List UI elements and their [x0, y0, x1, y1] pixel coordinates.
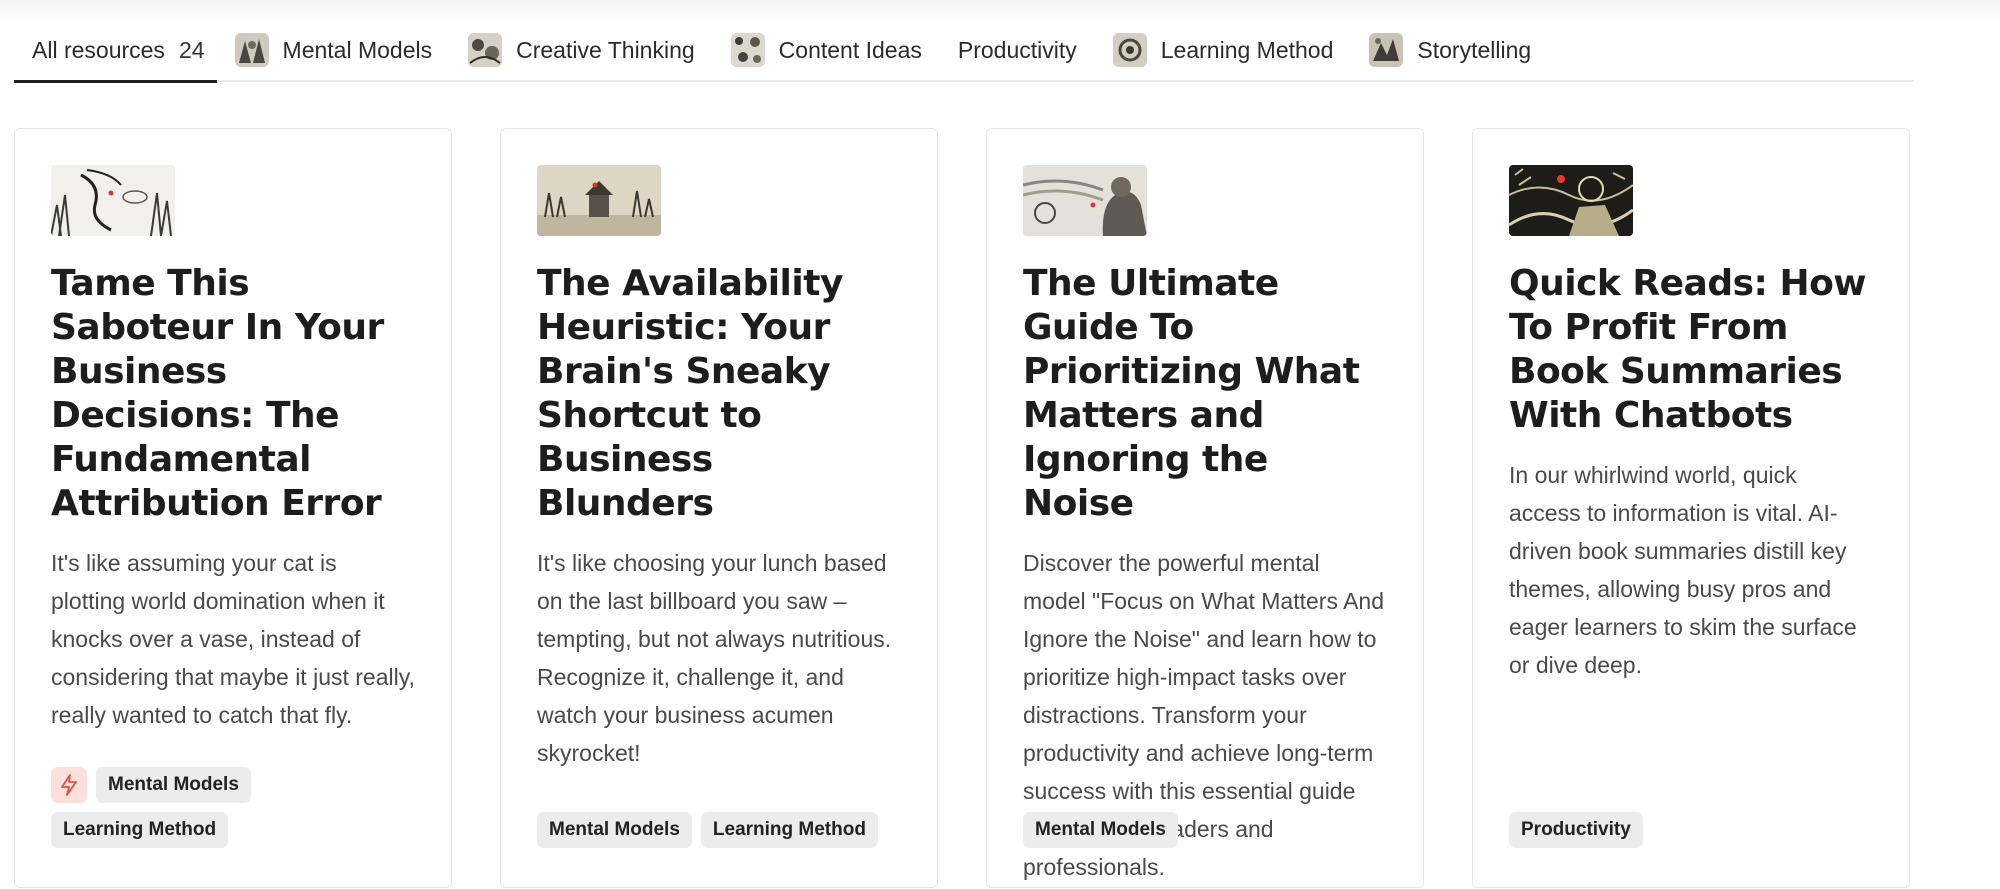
card-tags: Mental Models Learning Method — [51, 767, 415, 848]
resource-count: 24 — [178, 36, 205, 63]
tag-mental-models[interactable]: Mental Models — [96, 767, 251, 803]
creative-thinking-thumb-icon — [468, 33, 503, 67]
tab-label: All resources — [32, 36, 165, 63]
tag-mental-models[interactable]: Mental Models — [1023, 812, 1178, 848]
tab-learning-method[interactable]: Learning Method — [1095, 20, 1352, 80]
resource-card[interactable]: Quick Reads: How To Profit From Book Sum… — [1472, 128, 1910, 888]
card-thumbnail — [51, 165, 175, 236]
tab-storytelling[interactable]: Storytelling — [1351, 20, 1549, 80]
tab-all-resources[interactable]: All resources 24 — [14, 21, 217, 83]
tab-label: Creative Thinking — [516, 36, 695, 63]
resource-cards: Tame This Saboteur In Your Business Deci… — [14, 128, 1914, 888]
tab-productivity[interactable]: Productivity — [940, 20, 1095, 80]
card-title: The Ultimate Guide To Prioritizing What … — [1023, 263, 1360, 524]
tab-label: Learning Method — [1160, 36, 1334, 63]
learning-method-thumb-icon — [1112, 33, 1147, 67]
card-description: In our whirlwind world, quick access to … — [1509, 462, 1857, 678]
card-title: Tame This Saboteur In Your Business Deci… — [51, 263, 384, 524]
tag-productivity[interactable]: Productivity — [1509, 812, 1643, 848]
tab-label: Productivity — [957, 36, 1077, 63]
card-tags: Mental Models — [1023, 812, 1387, 848]
top-shadow — [0, 0, 2000, 22]
tag-mental-models[interactable]: Mental Models — [537, 812, 692, 848]
card-title: The Availability Heuristic: Your Brain's… — [537, 263, 843, 524]
card-description: It's like assuming your cat is plotting … — [51, 550, 415, 728]
resource-card[interactable]: Tame This Saboteur In Your Business Deci… — [14, 128, 452, 888]
resource-card[interactable]: The Ultimate Guide To Prioritizing What … — [986, 128, 1424, 888]
tab-label: Storytelling — [1417, 36, 1532, 63]
card-tags: Mental Models Learning Method — [537, 812, 901, 848]
card-thumbnail — [1023, 165, 1147, 236]
resource-card[interactable]: The Availability Heuristic: Your Brain's… — [500, 128, 938, 888]
tab-content-ideas[interactable]: Content Ideas — [713, 20, 940, 80]
tag-learning-method[interactable]: Learning Method — [700, 812, 878, 848]
category-tabs: All resources 24 Mental Models Creative … — [14, 20, 1914, 83]
tab-creative-thinking[interactable]: Creative Thinking — [450, 20, 713, 80]
lightning-bolt-icon — [51, 767, 87, 803]
card-description: It's like choosing your lunch based on t… — [537, 550, 892, 766]
card-thumbnail — [1509, 165, 1633, 236]
tab-label: Mental Models — [282, 36, 433, 63]
mental-models-thumb-icon — [234, 33, 269, 67]
storytelling-thumb-icon — [1369, 33, 1404, 67]
card-tags: Productivity — [1509, 812, 1873, 848]
tag-learning-method[interactable]: Learning Method — [51, 812, 229, 848]
card-title: Quick Reads: How To Profit From Book Sum… — [1509, 263, 1867, 436]
tab-label: Content Ideas — [778, 36, 922, 63]
card-thumbnail — [537, 165, 661, 236]
content-ideas-thumb-icon — [730, 33, 765, 67]
tab-mental-models[interactable]: Mental Models — [217, 20, 451, 80]
